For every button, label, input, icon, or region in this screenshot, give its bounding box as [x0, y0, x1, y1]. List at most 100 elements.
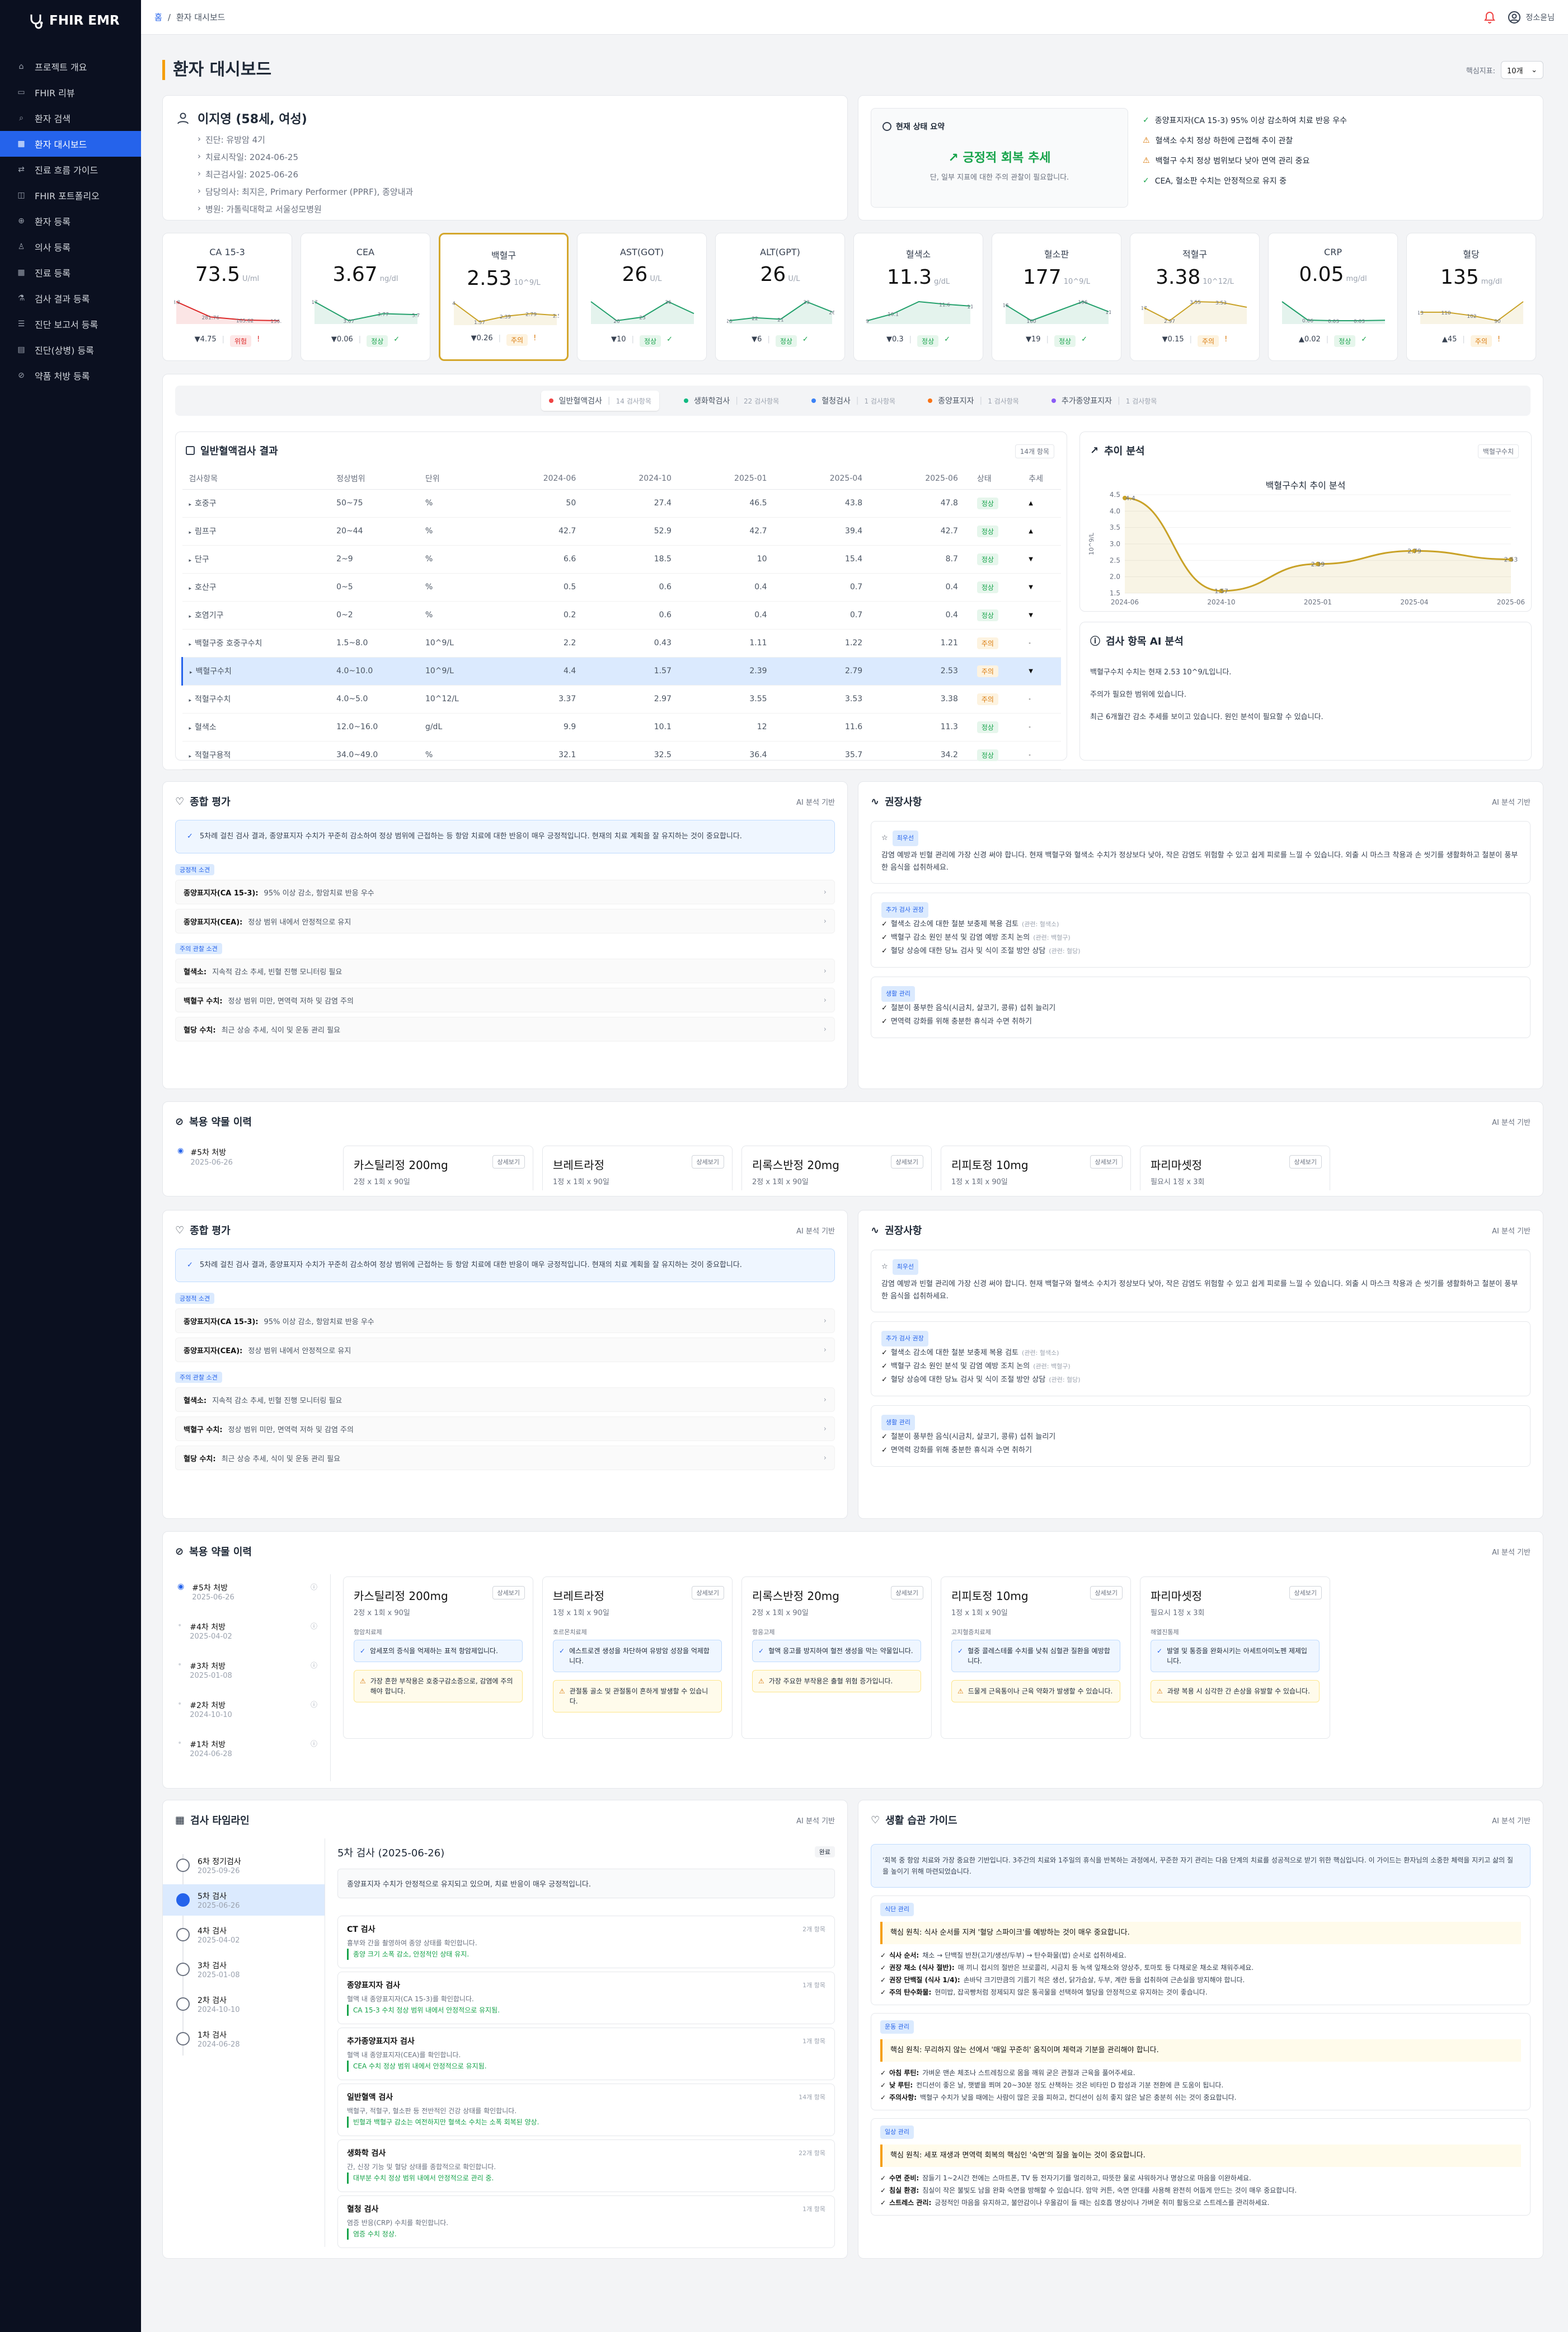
assessment-item[interactable]: 혈당 수치: 최근 상승 추세, 식이 및 운동 관리 필요 ›: [175, 1017, 835, 1041]
med-card[interactable]: 파리마셋정 필요시 1정 x 3회 상세보기: [1140, 1146, 1330, 1190]
exam-card[interactable]: CT 검사 2개 항목 흉부와 간을 촬영하여 종양 상태를 확인합니다. 종양 크기…: [337, 1916, 835, 1968]
timeline-item[interactable]: 3차 검사 2025-01-08: [163, 1954, 325, 1985]
detail-button[interactable]: 상세보기: [1289, 1155, 1322, 1169]
detail-button[interactable]: 상세보기: [1289, 1586, 1322, 1599]
detail-button[interactable]: 상세보기: [492, 1586, 525, 1599]
med-card[interactable]: 리록스반정 20mg 2정 x 1회 x 90일 상세보기 항응고제 ✓ 혈액 응고를 방…: [741, 1576, 932, 1739]
sidebar-item[interactable]: ◫ FHIR 포트폴리오: [0, 182, 141, 208]
med-card[interactable]: 카스틸리정 200mg 2정 x 1회 x 90일 상세보기: [343, 1146, 533, 1190]
lab-tab[interactable]: 추가종양표지자 | 1 검사항목: [1044, 391, 1165, 411]
timeline-item[interactable]: 4차 검사 2025-04-02: [163, 1919, 325, 1950]
lab-tab[interactable]: 일반혈액검사 | 14 검사항목: [541, 391, 659, 411]
sidebar-item[interactable]: ▦ 진료 등록: [0, 260, 141, 285]
guide-key: 스트레스 관리:: [889, 2199, 932, 2207]
kpi-card[interactable]: 혈소판 177 10^9/L 16 160 196 11 ▼19 | 정상 ✓: [992, 233, 1121, 361]
kpi-card[interactable]: CA 15-3 73.5U/ml 8.8 281.76 165.62 156.28 ▼4.7…: [162, 233, 292, 361]
kpi-card[interactable]: 적혈구 3.38 10^12/L 17 2.97 3.55 3.53 ▼0.15 | 주의!: [1130, 233, 1260, 361]
med-card[interactable]: 카스틸리정 200mg 2정 x 1회 x 90일 상세보기 항암치료제 ✓ 암세포의 증…: [343, 1576, 533, 1739]
followup-related: (관련: 혈당): [1049, 1376, 1081, 1383]
meds-title: 복용 약물 이력: [189, 1546, 252, 1558]
detail-button[interactable]: 상세보기: [1090, 1586, 1123, 1599]
assessment-item[interactable]: 종양표지자(CA 15-3): 95% 이상 감소, 항암치료 반응 우수 ›: [175, 1308, 835, 1333]
lab-tab[interactable]: 종양표지자 | 1 검사항목: [920, 391, 1027, 411]
exam-card[interactable]: 생화학 검사 22개 항목 간, 신장 기능 및 혈당 상태를 종합적으로 확인합니…: [337, 2139, 835, 2192]
rx-item[interactable]: • #3차 처방 2025-01-08 ⓘ: [177, 1660, 317, 1680]
kpi-card[interactable]: ALT(GPT) 26 U/L 20 22 21 33 26 ▼6 | 정상 ✓: [715, 233, 845, 361]
kpi-card[interactable]: CRP 0.05 mg/dl 0.06 0.03 0.03 ▲0.02 | 정상 ✓: [1268, 233, 1398, 361]
kpi-card[interactable]: AST(GOT) 26 U/L 20 23 36 ▼10 | 정상 ✓: [577, 233, 707, 361]
sidebar-item[interactable]: ⚗ 검사 결과 등록: [0, 285, 141, 311]
exam-card[interactable]: 일반혈액 검사 14개 항목 백혈구, 적혈구, 혈소판 등 전반적인 건강 상태를…: [337, 2084, 835, 2136]
rx-item[interactable]: • #2차 처방 2024-10-10 ⓘ: [177, 1700, 317, 1719]
sidebar-item[interactable]: ▭ FHIR 리뷰: [0, 79, 141, 105]
sidebar-item[interactable]: ⌂ 프로젝트 개요: [0, 54, 141, 79]
lab-trend: ▼: [1022, 573, 1061, 602]
exam-card[interactable]: 종양표지자 검사 1개 항목 혈액 내 종양표지자(CA 15-3)를 확인합니다.…: [337, 1972, 835, 2024]
detail-button[interactable]: 상세보기: [492, 1155, 525, 1169]
assessment-item[interactable]: 백혈구 수치: 정상 범위 미만, 면역력 저하 및 감염 주의 ›: [175, 1416, 835, 1441]
detail-button[interactable]: 상세보기: [890, 1586, 923, 1599]
detail-button[interactable]: 상세보기: [691, 1155, 724, 1169]
timeline-item[interactable]: 6차 정기검사 2025-09-26: [163, 1850, 325, 1881]
breadcrumb-home[interactable]: 홈: [154, 11, 162, 23]
sidebar-item[interactable]: ▦ 환자 대시보드: [0, 131, 141, 157]
kpi-card[interactable]: 혈당 135 mg/dl 13 110 102 90 ▲45 | 주의!: [1406, 233, 1536, 361]
table-row[interactable]: ▸ 적혈구용적 34.0~49.0% 32.1 32.5 36.4 35.7 34.2 정상 -: [182, 741, 1061, 769]
rx-item[interactable]: • #1차 처방 2024-06-28 ⓘ: [177, 1739, 317, 1758]
lab-tab[interactable]: 생화학검사 | 22 검사항목: [676, 391, 787, 411]
kpi-value-wrap: 11.3 g/dL: [854, 266, 983, 289]
sidebar-item[interactable]: ☰ 진단 보고서 등록: [0, 311, 141, 337]
timeline-item[interactable]: 1차 검사 2024-06-28: [163, 2023, 325, 2054]
sidebar-item[interactable]: ⌕ 환자 검색: [0, 105, 141, 131]
table-row[interactable]: ▸ 림프구 20~44% 42.7 52.9 42.7 39.4 42.7 정상 ▲: [182, 517, 1061, 546]
kpi-status-badge: 정상: [639, 335, 661, 347]
med-card[interactable]: 브레트라정 1정 x 1회 x 90일 상세보기 호르몬치료제 ✓ 에스트로겐 생성을 차…: [542, 1576, 733, 1739]
sidebar-item[interactable]: ♙ 의사 등록: [0, 234, 141, 260]
rx-item-active[interactable]: ◉ #5차 처방 2025-06-26: [177, 1147, 233, 1167]
exam-card[interactable]: 추가종양표지자 검사 1개 항목 혈액 내 종양표지자(CEA)를 확인합니다. CE…: [337, 2028, 835, 2080]
table-row[interactable]: ▸ 단구 2~9% 6.6 18.5 10 15.4 8.7 정상 ▼: [182, 545, 1061, 574]
med-card[interactable]: 리피토정 10mg 1정 x 1회 x 90일 상세보기 고지혈증치료제 ✓ 혈중 콜레스…: [941, 1576, 1131, 1739]
assessment-item[interactable]: 혈색소: 지속적 감소 추세, 빈혈 진행 모니터링 필요 ›: [175, 959, 835, 983]
sidebar-item[interactable]: ▤ 진단(상병) 등록: [0, 337, 141, 363]
kpi-card[interactable]: 백혈구 2.5310^9/L 4 1.57 2.39 2.79 2.5 ▼0.26 | 주의!: [439, 233, 569, 361]
timeline-item[interactable]: 5차 검사 2025-06-26: [163, 1884, 325, 1916]
table-row[interactable]: ▸ 호산구 0~5% 0.5 0.6 0.4 0.7 0.4 정상 ▼: [182, 573, 1061, 602]
user-menu[interactable]: 정소윤님: [1508, 11, 1555, 24]
assessment-item[interactable]: 종양표지자(CEA): 정상 범위 내에서 안정적으로 유지 ›: [175, 909, 835, 933]
check-circle-icon: ✓: [187, 832, 193, 841]
detail-button[interactable]: 상세보기: [1090, 1155, 1123, 1169]
table-row[interactable]: ▸ 백혈구중 호중구수치 1.5~8.0 10^9/L 2.2 0.43 1.11 1.22 1…: [182, 629, 1061, 658]
rx-item[interactable]: ◉ #5차 처방 2025-06-26 ⓘ: [177, 1582, 317, 1602]
table-row[interactable]: ▸ 백혈구수치 4.0~10.0 10^9/L 4.4 1.57 2.39 2.79 2.53 주…: [181, 657, 1061, 686]
assessment-item[interactable]: 종양표지자(CEA): 정상 범위 내에서 안정적으로 유지 ›: [175, 1338, 835, 1362]
assessment-item[interactable]: 혈색소: 지속적 감소 추세, 빈혈 진행 모니터링 필요 ›: [175, 1387, 835, 1412]
table-row[interactable]: ▸ 혈색소 12.0~16.0 g/dL 9.9 10.1 12 11.6 11.3 정상 -: [182, 713, 1061, 742]
exam-card[interactable]: 혈청 검사 1개 항목 염증 반응(CRP) 수치를 확인합니다. 염증 수치 정상.: [337, 2195, 835, 2248]
assessment-item[interactable]: 백혈구 수치: 정상 범위 미만, 면역력 저하 및 감염 주의 ›: [175, 988, 835, 1012]
bell-icon[interactable]: [1484, 11, 1496, 24]
table-row[interactable]: ▸ 적혈구수치 4.0~5.0 10^12/L 3.37 2.97 3.55 3.53 3.38…: [182, 685, 1061, 714]
sidebar-item-label: FHIR 리뷰: [35, 88, 75, 98]
med-card[interactable]: 리록스반정 20mg 2정 x 1회 x 90일 상세보기: [741, 1146, 932, 1190]
assessment-item[interactable]: 혈당 수치: 최근 상승 추세, 식이 및 운동 관리 필요 ›: [175, 1446, 835, 1470]
sidebar-item[interactable]: ⊘ 약품 처방 등록: [0, 363, 141, 388]
sidebar-item[interactable]: ⇄ 진료 흐름 가이드: [0, 157, 141, 182]
kpi-card[interactable]: CEA 3.67ng/dl 17 3.07 3.77 3.73 ▼0.06 | 정상 ✓: [301, 233, 430, 361]
detail-button[interactable]: 상세보기: [890, 1155, 923, 1169]
kpi-count-select[interactable]: 10개 ⌄: [1501, 61, 1543, 79]
lab-tab[interactable]: 혈청검사 | 1 검사항목: [804, 391, 903, 411]
timeline-item[interactable]: 2차 검사 2024-10-10: [163, 1988, 325, 2020]
chevron-right-icon: ›: [823, 917, 827, 926]
app-logo[interactable]: FHIR EMR: [0, 0, 141, 41]
assessment-item[interactable]: 종양표지자(CA 15-3): 95% 이상 감소, 항암치료 반응 우수 ›: [175, 880, 835, 904]
sidebar-item[interactable]: ⊕ 환자 등록: [0, 208, 141, 234]
detail-button[interactable]: 상세보기: [691, 1586, 724, 1599]
rx-item[interactable]: • #4차 처방 2025-04-02 ⓘ: [177, 1621, 317, 1641]
med-card[interactable]: 리피토정 10mg 1정 x 1회 x 90일 상세보기: [941, 1146, 1131, 1190]
table-row[interactable]: ▸ 호중구 50~75% 50 27.4 46.5 43.8 47.8 정상 ▲: [182, 489, 1061, 518]
med-card[interactable]: 파리마셋정 필요시 1정 x 3회 상세보기 해열진통제 ✓ 발열 및 통증을 완화시키는…: [1140, 1576, 1330, 1739]
table-row[interactable]: ▸ 호염기구 0~2% 0.2 0.6 0.4 0.7 0.4 정상 ▼: [182, 601, 1061, 630]
kpi-card[interactable]: 혈색소 11.3 g/dL 9 10.1 11.6 11 ▼0.3 | 정상 ✓: [853, 233, 983, 361]
med-card[interactable]: 브레트라정 1정 x 1회 x 90일 상세보기: [542, 1146, 733, 1190]
